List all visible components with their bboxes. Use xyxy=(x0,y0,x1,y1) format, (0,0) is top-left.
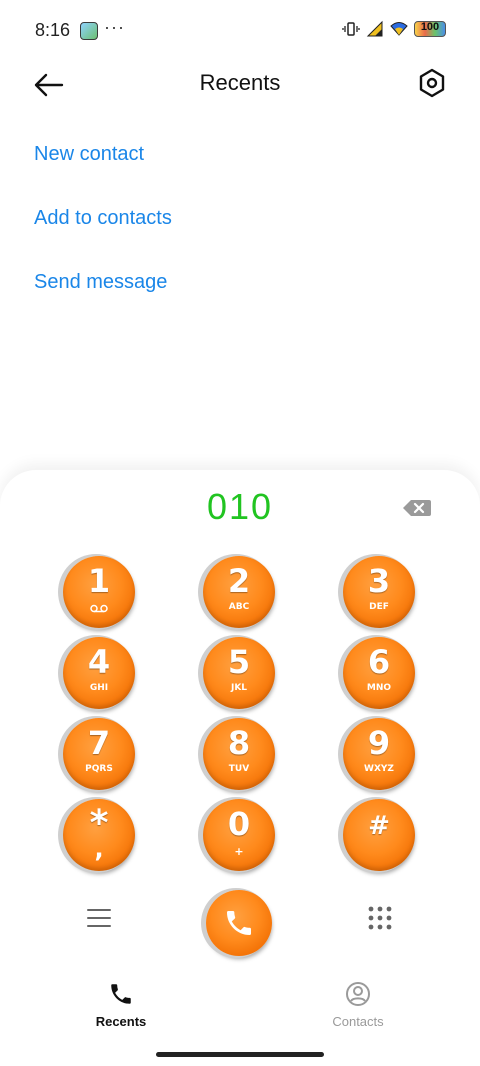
key-digit: 6 xyxy=(367,643,391,681)
key-3[interactable]: 3 DEF xyxy=(343,556,415,628)
key-6[interactable]: 6 MNO xyxy=(343,637,415,709)
key-digit: 0 xyxy=(227,805,251,843)
tab-recents[interactable]: Recents xyxy=(61,975,181,1029)
notification-app-icon xyxy=(80,22,98,40)
key-4[interactable]: 4 GHI xyxy=(63,637,135,709)
key-letters: PQRS xyxy=(85,764,113,774)
contact-icon xyxy=(346,982,370,1006)
key-hash[interactable]: # xyxy=(343,799,415,871)
key-0[interactable]: 0 + xyxy=(203,799,275,871)
key-letters: MNO xyxy=(366,683,392,693)
bottom-nav: Recents Contacts xyxy=(0,975,480,1035)
vibrate-icon xyxy=(342,22,360,36)
menu-icon[interactable] xyxy=(86,906,112,930)
status-bar: 8:16 ··· 100 xyxy=(0,0,480,60)
home-indicator[interactable] xyxy=(156,1052,324,1057)
key-star[interactable]: * , xyxy=(63,799,135,871)
settings-hexagon-icon[interactable] xyxy=(418,67,446,99)
key-5[interactable]: 5 JKL xyxy=(203,637,275,709)
key-1[interactable]: 1 xyxy=(63,556,135,628)
key-7[interactable]: 7 PQRS xyxy=(63,718,135,790)
phone-icon xyxy=(111,984,131,1004)
tab-contacts[interactable]: Contacts xyxy=(298,975,418,1029)
key-digit: 1 xyxy=(87,562,111,600)
new-contact-link[interactable]: New contact xyxy=(34,143,144,166)
send-message-link[interactable]: Send message xyxy=(34,271,167,294)
tab-contacts-label: Contacts xyxy=(332,1014,384,1029)
add-to-contacts-link[interactable]: Add to contacts xyxy=(34,207,172,230)
key-digit: 9 xyxy=(367,724,391,762)
backspace-icon[interactable] xyxy=(402,498,432,518)
wifi-icon xyxy=(390,22,408,36)
battery-level: 100 xyxy=(420,21,440,33)
key-digit: 2 xyxy=(227,562,251,600)
key-digit: 4 xyxy=(87,643,111,681)
key-digit: 5 xyxy=(227,643,251,681)
key-letters: + xyxy=(234,845,244,858)
header: Recents xyxy=(0,55,480,115)
key-2[interactable]: 2 ABC xyxy=(203,556,275,628)
key-letters: TUV xyxy=(228,764,250,774)
key-digit: 3 xyxy=(367,562,391,600)
key-letters: , xyxy=(94,835,104,863)
status-time: 8:16 xyxy=(35,20,71,40)
key-8[interactable]: 8 TUV xyxy=(203,718,275,790)
voicemail-icon xyxy=(90,604,108,613)
battery-icon: 100 xyxy=(414,21,446,37)
key-digit: 7 xyxy=(87,724,111,762)
key-letters: GHI xyxy=(89,683,109,693)
key-letters: DEF xyxy=(369,602,389,612)
status-icons: 100 xyxy=(342,20,446,38)
keypad-grid-icon[interactable] xyxy=(366,904,394,932)
tab-recents-label: Recents xyxy=(95,1014,147,1029)
key-letters: JKL xyxy=(230,683,248,693)
signal-icon xyxy=(366,20,383,37)
key-digit: # xyxy=(368,811,390,841)
page-title: Recents xyxy=(199,70,281,95)
phone-icon xyxy=(227,911,251,935)
key-letters: ABC xyxy=(228,602,250,612)
more-notifications-icon: ··· xyxy=(104,17,125,37)
key-letters: WXYZ xyxy=(364,764,394,774)
key-digit: 8 xyxy=(227,724,251,762)
key-9[interactable]: 9 WXYZ xyxy=(343,718,415,790)
call-button[interactable] xyxy=(206,890,272,956)
